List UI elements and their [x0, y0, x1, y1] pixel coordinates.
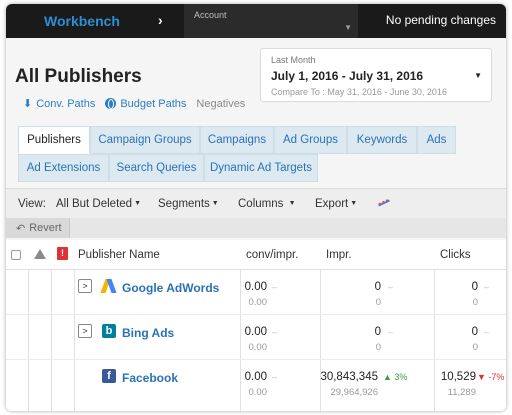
- conv-prev: 0.00: [248, 297, 268, 308]
- conv-change: –: [272, 327, 278, 337]
- download-arrow-icon: ⬇: [23, 98, 33, 110]
- view-dropdown[interactable]: All But Deleted ▼: [56, 198, 141, 210]
- table-header: ! Publisher Name conv/impr. Impr. Clicks: [6, 240, 506, 270]
- date-range-label: Last Month: [271, 55, 316, 65]
- impr-prev: 0: [375, 297, 381, 308]
- tab-ad-extensions[interactable]: Ad Extensions: [18, 154, 109, 182]
- impr-value: 0: [374, 326, 381, 338]
- tab-campaign-groups[interactable]: Campaign Groups: [90, 126, 200, 154]
- revert-button[interactable]: ↶ Revert: [6, 218, 70, 238]
- view-value: All But Deleted: [56, 198, 133, 210]
- segments-label: Segments: [158, 198, 210, 210]
- column-header-impr[interactable]: Impr.: [326, 249, 352, 261]
- conv-prev: 0.00: [248, 387, 268, 398]
- clicks-prev: 0: [472, 297, 478, 308]
- expand-row-button[interactable]: >: [78, 279, 92, 293]
- clicks-value: 0: [471, 281, 478, 293]
- bing-icon: b: [102, 324, 116, 338]
- publisher-name[interactable]: Google AdWords: [122, 281, 219, 295]
- impr-prev: 29,964,926: [330, 387, 378, 398]
- negatives-link[interactable]: Negatives: [196, 98, 245, 110]
- clicks-change: ▼ -7%: [477, 372, 505, 382]
- date-compare-value: Compare To : May 31, 2016 - June 30, 201…: [271, 87, 447, 97]
- app-window: Workbench › Account ▼ No pending changes…: [6, 4, 506, 411]
- grid-toolbar: View: All But Deleted ▼ Segments ▼ Columns…: [6, 188, 506, 218]
- export-dropdown[interactable]: Export ▼: [315, 198, 357, 210]
- conv-change: –: [272, 372, 278, 382]
- impr-change: –: [388, 327, 394, 337]
- globe-icon: [105, 98, 117, 109]
- caret-down-icon: ▼: [288, 200, 296, 208]
- publisher-name[interactable]: Facebook: [122, 371, 178, 385]
- conv-paths-label: Conv. Paths: [36, 97, 96, 110]
- tab-publishers[interactable]: Publishers: [18, 126, 90, 154]
- column-header-clicks[interactable]: Clicks: [440, 249, 471, 261]
- table-row: > Google AdWords 0.00 – 0.00 0 – 0 0 – 0: [6, 270, 506, 315]
- breadcrumb-chevron-icon: ›: [158, 12, 163, 28]
- clicks-change: –: [484, 327, 490, 337]
- budget-paths-label: Budget Paths: [120, 97, 187, 110]
- caret-down-icon: ▼: [134, 200, 142, 208]
- undo-arrow-icon: ↶: [16, 222, 26, 235]
- clicks-prev: 0: [472, 342, 478, 353]
- column-header-conv-impr[interactable]: conv/impr.: [246, 249, 298, 261]
- caret-down-icon: ▼: [211, 200, 219, 208]
- hide-show-icon[interactable]: [378, 198, 390, 208]
- conv-prev: 0.00: [248, 342, 268, 353]
- revert-strip: [6, 218, 506, 238]
- caret-down-icon: ▼: [350, 200, 358, 208]
- select-all-checkbox[interactable]: [11, 250, 21, 260]
- budget-paths-link[interactable]: Budget Paths: [105, 98, 186, 110]
- top-bar: Workbench › Account ▼ No pending changes: [6, 4, 506, 38]
- tab-search-queries[interactable]: Search Queries: [109, 154, 204, 182]
- date-range-picker[interactable]: Last Month July 1, 2016 - July 31, 2016 …: [260, 48, 492, 102]
- header-links: ⬇ Conv. Paths Budget Paths Negatives: [23, 97, 245, 111]
- impr-prev: 0: [375, 342, 381, 353]
- expand-row-button[interactable]: >: [78, 324, 92, 338]
- pending-changes-status[interactable]: No pending changes: [386, 13, 496, 27]
- google-adwords-icon: [102, 279, 116, 293]
- view-label: View:: [18, 198, 46, 210]
- clicks-value: 10,529: [440, 371, 476, 383]
- tab-campaigns[interactable]: Campaigns: [200, 126, 274, 154]
- revert-label: Revert: [29, 222, 62, 234]
- facebook-icon: f: [102, 369, 116, 383]
- table-row: > b Bing Ads 0.00 – 0.00 0 – 0 0 – 0: [6, 315, 506, 360]
- conv-paths-link[interactable]: ⬇ Conv. Paths: [23, 97, 96, 111]
- tab-dynamic-ad-targets[interactable]: Dynamic Ad Targets: [204, 154, 318, 182]
- account-label: Account: [194, 10, 227, 20]
- clicks-change: –: [484, 282, 490, 292]
- alert-icon[interactable]: !: [57, 247, 68, 260]
- table-row: f Facebook 0.00 – 0.00 30,843,345 ▲ 3% 2…: [6, 360, 506, 405]
- caret-down-icon: ▼: [474, 71, 482, 80]
- export-label: Export: [315, 198, 349, 210]
- account-selector[interactable]: Account ▼: [184, 4, 358, 38]
- publishers-table: ! Publisher Name conv/impr. Impr. Clicks…: [6, 240, 506, 411]
- conv-value: 0.00: [244, 281, 267, 293]
- conv-value: 0.00: [244, 326, 267, 338]
- impr-value: 0: [374, 281, 381, 293]
- conv-value: 0.00: [244, 371, 267, 383]
- date-range-value: July 1, 2016 - July 31, 2016: [271, 69, 424, 83]
- conv-change: –: [272, 282, 278, 292]
- publisher-name[interactable]: Bing Ads: [122, 326, 174, 340]
- page-title: All Publishers: [15, 66, 142, 87]
- columns-dropdown[interactable]: Columns ▼: [238, 198, 296, 210]
- segments-dropdown[interactable]: Segments ▼: [158, 198, 219, 210]
- caret-down-icon: ▼: [344, 23, 352, 32]
- clicks-prev: 11,289: [447, 387, 476, 398]
- impr-change: ▲ 3%: [383, 372, 408, 382]
- impr-change: –: [388, 282, 394, 292]
- impr-value: 30,843,345: [320, 371, 378, 383]
- clicks-value: 0: [471, 326, 478, 338]
- warning-triangle-icon[interactable]: [34, 249, 46, 259]
- tab-ads[interactable]: Ads: [417, 126, 456, 154]
- brand-logo[interactable]: Workbench: [44, 13, 120, 29]
- column-header-publisher[interactable]: Publisher Name: [78, 249, 160, 261]
- tab-ad-groups[interactable]: Ad Groups: [274, 126, 347, 154]
- columns-label: Columns: [238, 198, 284, 210]
- tab-keywords[interactable]: Keywords: [347, 126, 417, 154]
